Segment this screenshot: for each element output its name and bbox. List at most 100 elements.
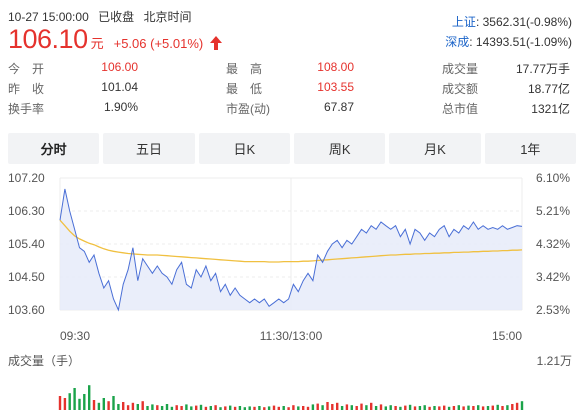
volume-bar (326, 402, 329, 410)
volume-bar (195, 405, 198, 410)
period-tabs: 分时 五日 日K 周K 月K 1年 (8, 133, 576, 164)
volume-bar (292, 405, 295, 410)
market-status: 已收盘 (98, 10, 135, 24)
volume-bar (413, 406, 417, 410)
volume-bar (112, 396, 115, 410)
volume-bar (506, 405, 509, 410)
pe-label: 市盈(动) (226, 102, 270, 116)
volume-bar (331, 404, 334, 410)
volume-bar (384, 406, 387, 410)
volume-label: 成交量 (442, 62, 479, 76)
current-price: 106.10 (8, 24, 88, 54)
volume-bar (321, 405, 324, 410)
volume-bar (267, 406, 271, 410)
prev-close-label: 昨 收 (8, 82, 45, 96)
prev-close-value: 101.04 (101, 80, 138, 94)
x-tick-label: 11:30/13:00 (260, 329, 323, 343)
volume-bar (302, 406, 305, 410)
volume-bar (496, 404, 499, 410)
volume-bar (224, 406, 227, 410)
up-arrow-icon (210, 36, 223, 50)
tab-intraday[interactable]: 分时 (8, 133, 100, 164)
low-label: 最 低 (226, 82, 263, 96)
y-tick-label: 2.53% (536, 303, 570, 317)
volume-bar (433, 406, 436, 410)
volume-bar (185, 404, 188, 410)
index-row[interactable]: 深成: 14393.51(-1.09%) (445, 32, 572, 52)
volume-bar (418, 406, 422, 410)
tab-monthly-k[interactable]: 月K (389, 133, 481, 164)
volume-bar (117, 404, 120, 410)
volume-bar (282, 406, 285, 410)
high-value: 108.00 (317, 60, 354, 74)
volume-bar (515, 402, 519, 410)
price-row: 106.10 元 +5.06 (+5.01%) (8, 24, 223, 55)
index-value: 14393.51(-1.09%) (475, 35, 572, 49)
volume-bar (175, 405, 178, 410)
volume-bar (404, 405, 407, 410)
index-row[interactable]: 上证: 3562.31(-0.98%) (445, 12, 572, 32)
tab-weekly-k[interactable]: 周K (293, 133, 386, 164)
y-axis-left-labels: 107.20 106.30 105.40 104.50 103.60 (8, 171, 45, 317)
amount-value: 18.77亿 (527, 82, 570, 96)
volume-bar (209, 406, 212, 410)
volume-bar (97, 402, 101, 410)
volume-bar (370, 402, 373, 410)
volume-bar (350, 405, 353, 410)
open-value: 106.00 (101, 60, 138, 74)
volume-max-label: 1.21万 (537, 354, 572, 368)
volume-bar (486, 406, 490, 410)
volume-bar (258, 406, 261, 410)
index-name[interactable]: 上证 (452, 15, 476, 29)
tab-five-day[interactable]: 五日 (103, 133, 195, 164)
volume-bar (248, 406, 251, 410)
turnover-value: 1.90% (103, 100, 138, 114)
volume-bar (379, 404, 383, 410)
volume-axis-label: 成交量（手） (8, 353, 80, 368)
volume-bar (83, 394, 86, 410)
y-tick-label: 103.60 (8, 303, 45, 317)
amount-label: 成交额 (442, 82, 479, 96)
y-tick-label: 3.42% (536, 270, 570, 284)
volume-bar (520, 401, 524, 410)
volume-bar (263, 407, 266, 410)
y-tick-label: 6.10% (536, 171, 570, 185)
high-label: 最 高 (226, 62, 263, 76)
volume-bar (102, 398, 105, 410)
volume-bar (316, 403, 319, 410)
volume-bar (180, 406, 183, 410)
open-label: 今 开 (8, 62, 45, 76)
x-tick-label: 09:30 (60, 329, 90, 343)
volume-bar (160, 406, 164, 410)
volume-bar (389, 405, 392, 410)
volume-bar (190, 406, 193, 410)
volume-bar (151, 404, 154, 410)
volume-bar (340, 406, 344, 410)
volume-bar (199, 404, 203, 410)
volume-bar (238, 406, 242, 410)
volume-bar (399, 406, 402, 410)
volume-bar (219, 407, 222, 410)
volume-bar (73, 388, 76, 410)
volume-bar (229, 405, 232, 410)
volume-bar (355, 406, 358, 410)
stats-grid: 今 开 106.00 最 高 108.00 成交量 17.77万手 昨 收 10… (0, 58, 584, 118)
volume-bar (336, 402, 339, 410)
volume-bar (146, 406, 149, 410)
volume-bar (88, 385, 91, 410)
volume-bar (58, 396, 62, 410)
tab-one-year[interactable]: 1年 (484, 133, 576, 164)
index-value: 3562.31(-0.98%) (482, 15, 572, 29)
y-tick-label: 104.50 (8, 270, 45, 284)
intraday-chart[interactable]: 107.20 106.30 105.40 104.50 103.60 6.10% 5.21… (0, 166, 584, 413)
volume-bar (63, 398, 67, 410)
volume-bar (78, 398, 81, 410)
volume-bar (287, 407, 290, 410)
tab-daily-k[interactable]: 日K (198, 133, 290, 164)
index-name[interactable]: 深成 (445, 35, 469, 49)
quote-datetime: 10-27 15:00:00 (8, 10, 89, 24)
volume-bar (156, 405, 159, 410)
volume-bar (92, 400, 96, 410)
volume-bar (233, 406, 237, 410)
volume-bar (467, 405, 470, 410)
